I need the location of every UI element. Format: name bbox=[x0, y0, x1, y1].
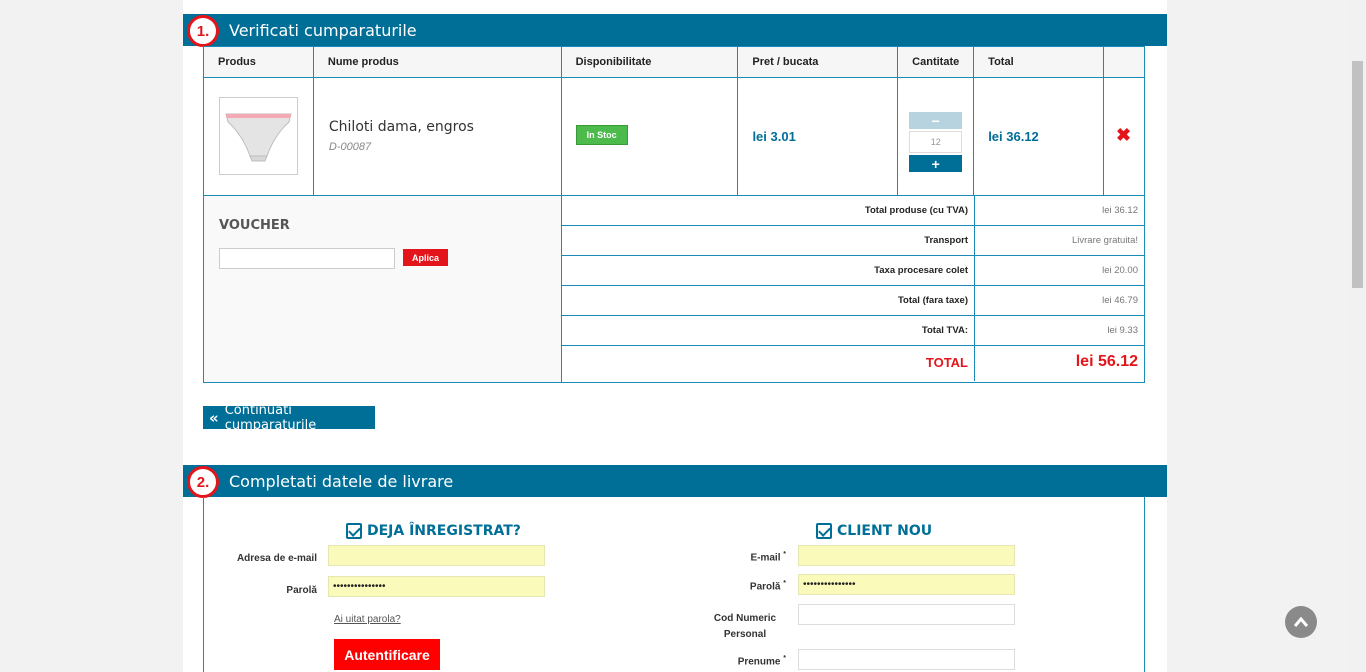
login-email-label: Adresa de e-mail bbox=[236, 553, 317, 564]
table-header: Produs Nume produs Disponibilitate Pret … bbox=[204, 47, 1145, 78]
totals-value: lei 20.00 bbox=[1102, 265, 1138, 276]
totals-label: Transport bbox=[562, 226, 975, 255]
totals-value: lei 36.12 bbox=[1102, 205, 1138, 216]
line-total: lei 36.12 bbox=[988, 129, 1039, 144]
quantity-cell: − 12 + bbox=[898, 78, 975, 196]
login-heading: DEJA ÎNREGISTRAT? bbox=[346, 523, 521, 539]
apply-voucher-button[interactable]: Aplica bbox=[403, 249, 448, 266]
back-to-top-button[interactable] bbox=[1285, 606, 1317, 638]
header-availability: Disponibilitate bbox=[561, 47, 739, 78]
firstname-label: Prenume * bbox=[684, 655, 786, 667]
totals-row: Taxa procesare colet lei 20.00 bbox=[562, 256, 1144, 286]
decrease-quantity-button[interactable]: − bbox=[909, 112, 963, 129]
register-password-label: Parolă * bbox=[684, 580, 786, 592]
cart-summary: VOUCHER Aplica Total produse (cu TVA) le… bbox=[204, 196, 1144, 382]
line-total-cell: lei 36.12 bbox=[974, 78, 1105, 196]
totals-row: Transport Livrare gratuita! bbox=[562, 226, 1144, 256]
continue-shopping-button[interactable]: « Continuati cumparaturile bbox=[203, 403, 375, 433]
product-code: D-00087 bbox=[328, 141, 372, 153]
header-product: Produs bbox=[204, 47, 314, 78]
product-image-cell bbox=[204, 78, 314, 196]
totals-table: Total produse (cu TVA) lei 36.12 Transpo… bbox=[562, 196, 1144, 382]
totals-row: Total (fara taxe) lei 46.79 bbox=[562, 286, 1144, 316]
scrollbar-thumb[interactable] bbox=[1352, 61, 1363, 288]
totals-label: Taxa procesare colet bbox=[562, 256, 975, 285]
section-header-cart: 1. Verificati cumparaturile bbox=[183, 14, 1167, 47]
firstname-field[interactable] bbox=[798, 649, 1015, 670]
header-total: Total bbox=[974, 47, 1105, 78]
totals-value: lei 9.33 bbox=[1107, 325, 1138, 336]
unit-price: lei 3.01 bbox=[752, 129, 796, 144]
cart-table: Produs Nume produs Disponibilitate Pret … bbox=[203, 46, 1145, 383]
checkbox-checked-icon[interactable] bbox=[816, 523, 832, 539]
continue-shopping-label: Continuati cumparaturile bbox=[224, 402, 317, 433]
step-number: 2. bbox=[187, 466, 219, 498]
required-mark: * bbox=[783, 580, 786, 587]
section-title: Completati datele de livrare bbox=[229, 472, 454, 491]
chevron-up-icon bbox=[1294, 617, 1308, 627]
quantity-input[interactable]: 12 bbox=[909, 131, 963, 153]
totals-label: Total TVA: bbox=[562, 316, 975, 345]
increase-quantity-button[interactable]: + bbox=[909, 155, 963, 172]
cnp-field[interactable] bbox=[798, 604, 1015, 625]
register-email-field[interactable] bbox=[798, 545, 1015, 566]
grand-total-row: TOTAL lei 56.12 bbox=[562, 346, 1144, 381]
totals-row: Total TVA: lei 9.33 bbox=[562, 316, 1144, 346]
delivery-form: DEJA ÎNREGISTRAT? Adresa de e-mail Parol… bbox=[203, 497, 1145, 672]
login-heading-label: DEJA ÎNREGISTRAT? bbox=[367, 523, 521, 539]
voucher-input[interactable] bbox=[219, 248, 395, 269]
login-button[interactable]: Autentificare bbox=[334, 639, 440, 670]
forgot-password-link[interactable]: Ai uitat parola? bbox=[334, 614, 401, 625]
register-email-label: E-mail * bbox=[684, 551, 786, 563]
double-chevron-left-icon: « bbox=[209, 408, 219, 427]
header-quantity: Cantitate bbox=[898, 47, 975, 78]
header-remove bbox=[1104, 47, 1145, 78]
table-row: Chiloti dama, engros D-00087 In Stoc lei… bbox=[204, 78, 1144, 196]
product-photo-icon[interactable] bbox=[219, 97, 298, 175]
step-number: 1. bbox=[187, 15, 219, 47]
voucher-title: VOUCHER bbox=[219, 218, 290, 233]
section-title: Verificati cumparaturile bbox=[229, 21, 417, 40]
totals-value: lei 46.79 bbox=[1102, 295, 1138, 306]
register-heading: CLIENT NOU bbox=[816, 523, 932, 539]
checkbox-checked-icon[interactable] bbox=[346, 523, 362, 539]
login-password-field[interactable]: ••••••••••••••• bbox=[328, 576, 545, 597]
grand-total-label: TOTAL bbox=[562, 346, 975, 381]
register-heading-label: CLIENT NOU bbox=[837, 523, 933, 539]
availability-cell: In Stoc bbox=[561, 78, 739, 196]
grand-total-value: lei 56.12 bbox=[1075, 353, 1138, 370]
header-name: Nume produs bbox=[313, 47, 562, 78]
register-password-field[interactable]: ••••••••••••••• bbox=[798, 574, 1015, 595]
firstname-label-text: Prenume bbox=[737, 656, 781, 668]
required-mark: * bbox=[783, 551, 786, 558]
stock-badge: In Stoc bbox=[575, 125, 628, 145]
cnp-label: Cod Numeric Personal bbox=[713, 613, 777, 640]
login-email-field[interactable] bbox=[328, 545, 545, 566]
totals-label: Total (fara taxe) bbox=[562, 286, 975, 315]
register-email-label-text: E-mail bbox=[750, 552, 781, 564]
remove-cell: ✖ bbox=[1104, 78, 1144, 196]
product-name-cell: Chiloti dama, engros D-00087 bbox=[313, 78, 562, 196]
login-password-label: Parolă bbox=[286, 585, 317, 596]
voucher-panel: VOUCHER Aplica bbox=[204, 196, 562, 382]
checkout-page: 1. Verificati cumparaturile Produs Nume … bbox=[183, 0, 1167, 672]
register-password-label-text: Parolă bbox=[749, 581, 781, 593]
scrollbar[interactable] bbox=[1349, 0, 1366, 672]
price-cell: lei 3.01 bbox=[738, 78, 899, 196]
required-mark: * bbox=[783, 655, 786, 662]
totals-label: Total produse (cu TVA) bbox=[562, 196, 975, 225]
product-name[interactable]: Chiloti dama, engros bbox=[329, 119, 474, 135]
remove-item-icon[interactable]: ✖ bbox=[1116, 125, 1131, 146]
header-price: Pret / bucata bbox=[738, 47, 899, 78]
totals-value: Livrare gratuita! bbox=[1071, 235, 1138, 246]
totals-row: Total produse (cu TVA) lei 36.12 bbox=[562, 196, 1144, 226]
section-header-delivery: 2. Completati datele de livrare bbox=[183, 465, 1167, 498]
